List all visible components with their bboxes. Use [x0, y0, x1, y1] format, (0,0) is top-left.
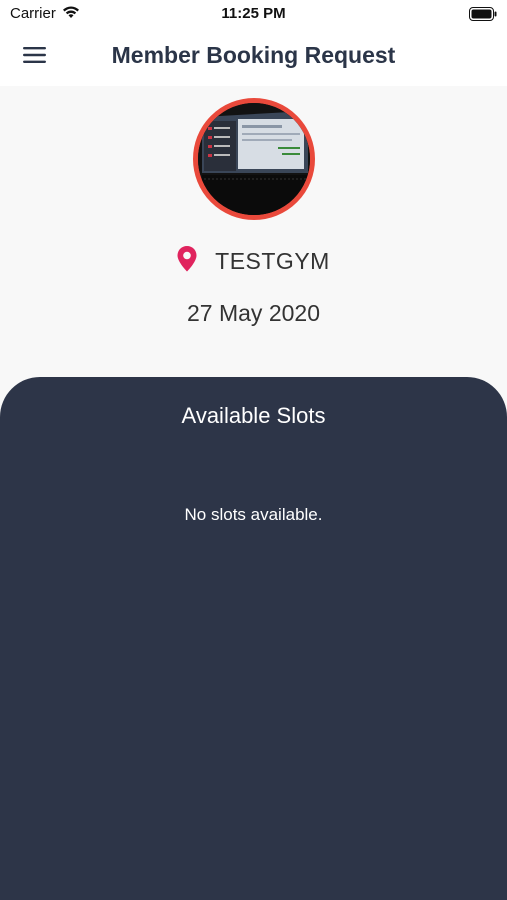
- location-pin-icon: [177, 245, 197, 277]
- status-bar: Carrier 11:25 PM: [0, 0, 507, 28]
- battery-icon: [469, 7, 497, 21]
- profile-photo: [193, 98, 315, 220]
- location-row: TESTGYM: [0, 244, 507, 278]
- slots-title: Available Slots: [181, 403, 326, 428]
- slots-panel: Available Slots No slots available.: [0, 377, 507, 900]
- booking-date: 27 May 2020: [187, 300, 320, 326]
- gym-name: TESTGYM: [215, 247, 330, 274]
- page-title: Member Booking Request: [111, 42, 396, 68]
- empty-slots-message: No slots available.: [184, 505, 323, 524]
- status-time: 11:25 PM: [221, 5, 286, 22]
- navigation-bar: Member Booking Request: [0, 28, 507, 86]
